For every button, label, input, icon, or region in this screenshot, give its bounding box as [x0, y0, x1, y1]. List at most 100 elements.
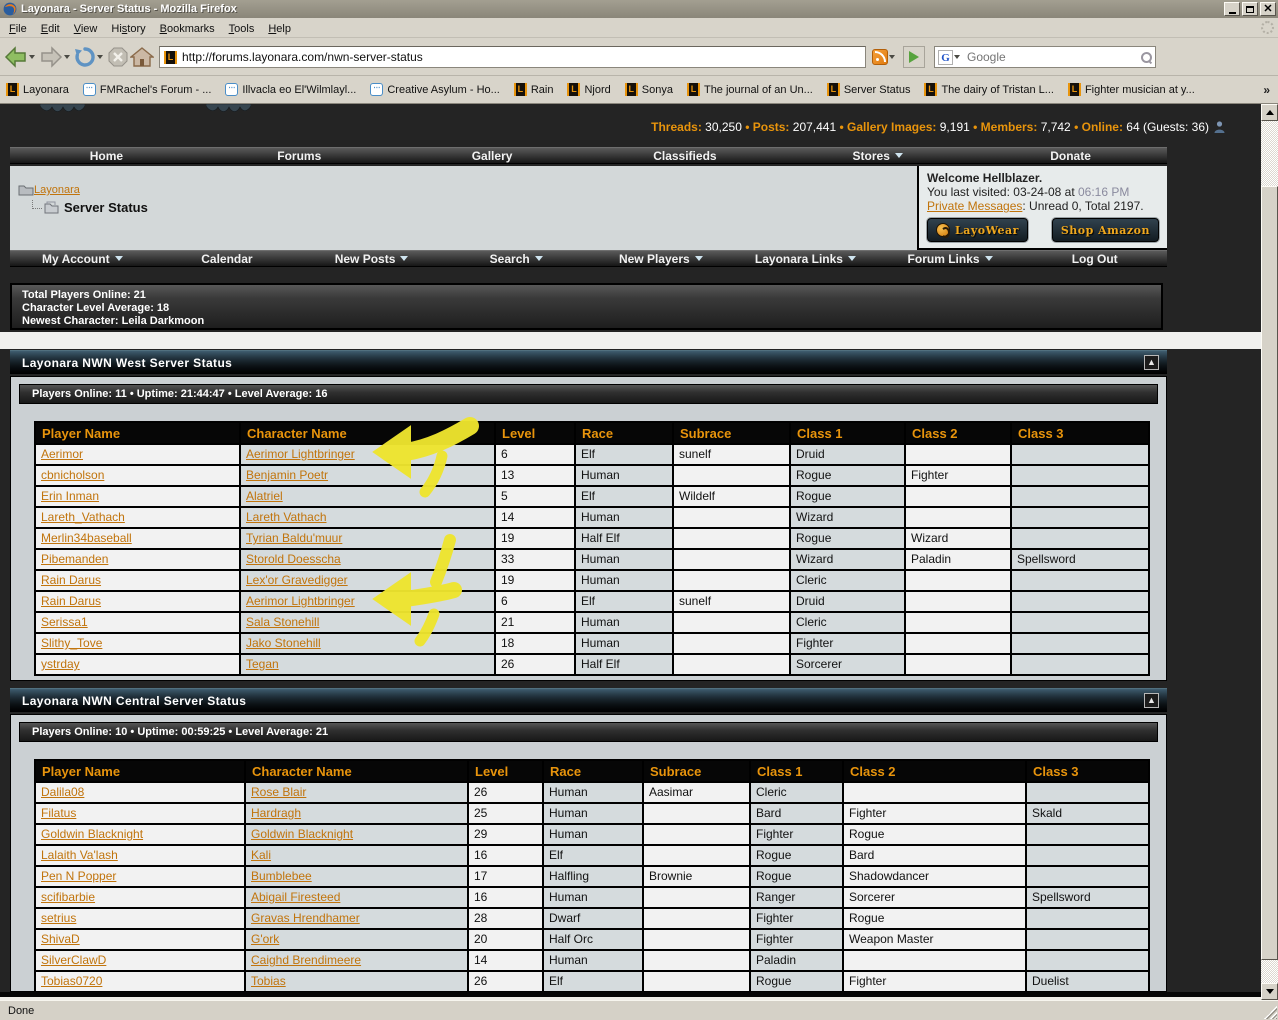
forward-dropdown-icon[interactable]: [64, 55, 70, 59]
breadcrumb-root-link[interactable]: Layonara: [34, 184, 80, 196]
forward-button[interactable]: [39, 46, 73, 68]
address-bar[interactable]: L: [159, 46, 866, 68]
nav-calendar[interactable]: Calendar: [155, 251, 300, 266]
player-name-link[interactable]: Rain Darus: [41, 594, 101, 608]
player-name-link[interactable]: Merlin34baseball: [41, 531, 132, 545]
bookmark-item[interactable]: LRain: [514, 83, 554, 96]
bookmark-item[interactable]: LServer Status: [827, 83, 911, 96]
restore-button-icon[interactable]: [1242, 2, 1258, 16]
player-name-link[interactable]: Erin Inman: [41, 489, 99, 503]
feed-dropdown[interactable]: [888, 55, 898, 59]
character-name-link[interactable]: Goldwin Blacknight: [251, 827, 353, 841]
shop-amazon-button[interactable]: Shop Amazon: [1052, 218, 1159, 242]
character-name-link[interactable]: Bumblebee: [251, 869, 312, 883]
search-engine-dropdown-icon[interactable]: [954, 55, 960, 59]
menu-item-edit[interactable]: Edit: [34, 21, 67, 37]
character-name-link[interactable]: Caighd Brendimeere: [251, 953, 361, 967]
search-input[interactable]: [967, 50, 1140, 64]
bookmark-item[interactable]: ⋯Illvacla eo El'Wilmlayl...: [225, 83, 356, 96]
character-name-link[interactable]: Jako Stonehill: [246, 636, 321, 650]
player-name-link[interactable]: Filatus: [41, 806, 76, 820]
menu-item-help[interactable]: Help: [261, 21, 298, 37]
close-button-icon[interactable]: ✕: [1260, 2, 1276, 16]
scrollbar-thumb[interactable]: [1261, 186, 1278, 960]
player-name-link[interactable]: Aerimor: [41, 447, 83, 461]
character-name-link[interactable]: Aerimor Lightbringer: [246, 594, 355, 608]
nav-forum-links[interactable]: Forum Links: [878, 251, 1023, 266]
menu-item-tools[interactable]: Tools: [222, 21, 262, 37]
player-name-link[interactable]: Tobias0720: [41, 974, 102, 988]
scroll-up-button[interactable]: [1261, 104, 1278, 121]
player-name-link[interactable]: Rain Darus: [41, 573, 101, 587]
player-name-link[interactable]: cbnicholson: [41, 468, 104, 482]
nav-layonara-links[interactable]: Layonara Links: [733, 251, 878, 266]
reload-dropdown-icon[interactable]: [97, 55, 103, 59]
menu-item-file[interactable]: File: [2, 21, 34, 37]
bookmark-item[interactable]: LLayonara: [6, 83, 69, 96]
resize-grip[interactable]: [1264, 1006, 1277, 1019]
west-collapse-button[interactable]: ▲: [1144, 355, 1159, 370]
character-name-link[interactable]: Gravas Hrendhamer: [251, 911, 360, 925]
character-name-link[interactable]: Kali: [251, 848, 271, 862]
player-name-link[interactable]: setrius: [41, 911, 76, 925]
vertical-scrollbar[interactable]: [1261, 104, 1278, 1000]
bookmarks-overflow-chevron[interactable]: »: [1263, 83, 1270, 97]
nav-stores[interactable]: Stores: [781, 148, 974, 163]
player-name-link[interactable]: Serissa1: [41, 615, 88, 629]
character-name-link[interactable]: G'ork: [251, 932, 279, 946]
bookmark-item[interactable]: LThe dairy of Tristan L...: [924, 83, 1054, 96]
nav-classifieds[interactable]: Classifieds: [588, 148, 781, 163]
nav-gallery[interactable]: Gallery: [396, 148, 589, 163]
back-dropdown-icon[interactable]: [29, 55, 35, 59]
character-name-link[interactable]: Rose Blair: [251, 785, 306, 799]
search-magnifier-icon[interactable]: [1140, 51, 1152, 63]
private-messages-link[interactable]: Private Messages: [927, 199, 1022, 213]
central-collapse-button[interactable]: ▲: [1144, 693, 1159, 708]
stop-button[interactable]: [107, 46, 129, 68]
window-titlebar[interactable]: Layonara - Server Status - Mozilla Firef…: [0, 0, 1278, 18]
bookmark-item[interactable]: LNjord: [567, 83, 610, 96]
bookmark-item[interactable]: LSonya: [625, 83, 673, 96]
nav-forums[interactable]: Forums: [203, 148, 396, 163]
character-name-link[interactable]: Aerimor Lightbringer: [246, 447, 355, 461]
nav-home[interactable]: Home: [10, 148, 203, 163]
player-name-link[interactable]: scifibarbie: [41, 890, 95, 904]
character-name-link[interactable]: Tobias: [251, 974, 286, 988]
url-input[interactable]: [182, 50, 861, 64]
player-name-link[interactable]: ystrday: [41, 657, 80, 671]
layowear-button[interactable]: LayoWear: [927, 218, 1028, 242]
player-name-link[interactable]: Slithy_Tove: [41, 636, 102, 650]
rss-feed-icon[interactable]: [872, 49, 888, 65]
bookmark-item[interactable]: LThe journal of an Un...: [687, 83, 813, 96]
player-name-link[interactable]: Dalila08: [41, 785, 84, 799]
character-name-link[interactable]: Lex'or Gravedigger: [246, 573, 348, 587]
menu-item-view[interactable]: View: [67, 21, 105, 37]
reload-button[interactable]: [74, 46, 106, 68]
player-name-link[interactable]: Pibemanden: [41, 552, 108, 566]
player-name-link[interactable]: Lalaith Va'lash: [41, 848, 118, 862]
character-name-link[interactable]: Lareth Vathach: [246, 510, 327, 524]
bookmark-item[interactable]: ⋯Creative Asylum - Ho...: [370, 83, 499, 96]
minimize-button-icon[interactable]: [1224, 2, 1240, 16]
bookmark-item[interactable]: LFighter musician at y...: [1068, 83, 1195, 96]
scroll-down-button[interactable]: [1261, 983, 1278, 1000]
search-bar[interactable]: G: [934, 46, 1156, 68]
character-name-link[interactable]: Tegan: [246, 657, 279, 671]
nav-donate[interactable]: Donate: [974, 148, 1167, 163]
home-button[interactable]: [130, 46, 154, 68]
nav-new-posts[interactable]: New Posts: [299, 251, 444, 266]
character-name-link[interactable]: Alatriel: [246, 489, 283, 503]
character-name-link[interactable]: Hardragh: [251, 806, 301, 820]
character-name-link[interactable]: Benjamin Poetr: [246, 468, 328, 482]
player-name-link[interactable]: Lareth_Vathach: [41, 510, 125, 524]
nav-log-out[interactable]: Log Out: [1022, 251, 1167, 266]
player-name-link[interactable]: ShivaD: [41, 932, 80, 946]
menu-item-history[interactable]: History: [104, 21, 152, 37]
bookmark-item[interactable]: ⋯FMRachel's Forum - ...: [83, 83, 212, 96]
nav-search[interactable]: Search: [444, 251, 589, 266]
player-name-link[interactable]: SilverClawD: [41, 953, 106, 967]
player-name-link[interactable]: Pen N Popper: [41, 869, 116, 883]
back-button[interactable]: [4, 46, 38, 68]
go-button[interactable]: [903, 46, 925, 68]
character-name-link[interactable]: Abigail Firesteed: [251, 890, 340, 904]
